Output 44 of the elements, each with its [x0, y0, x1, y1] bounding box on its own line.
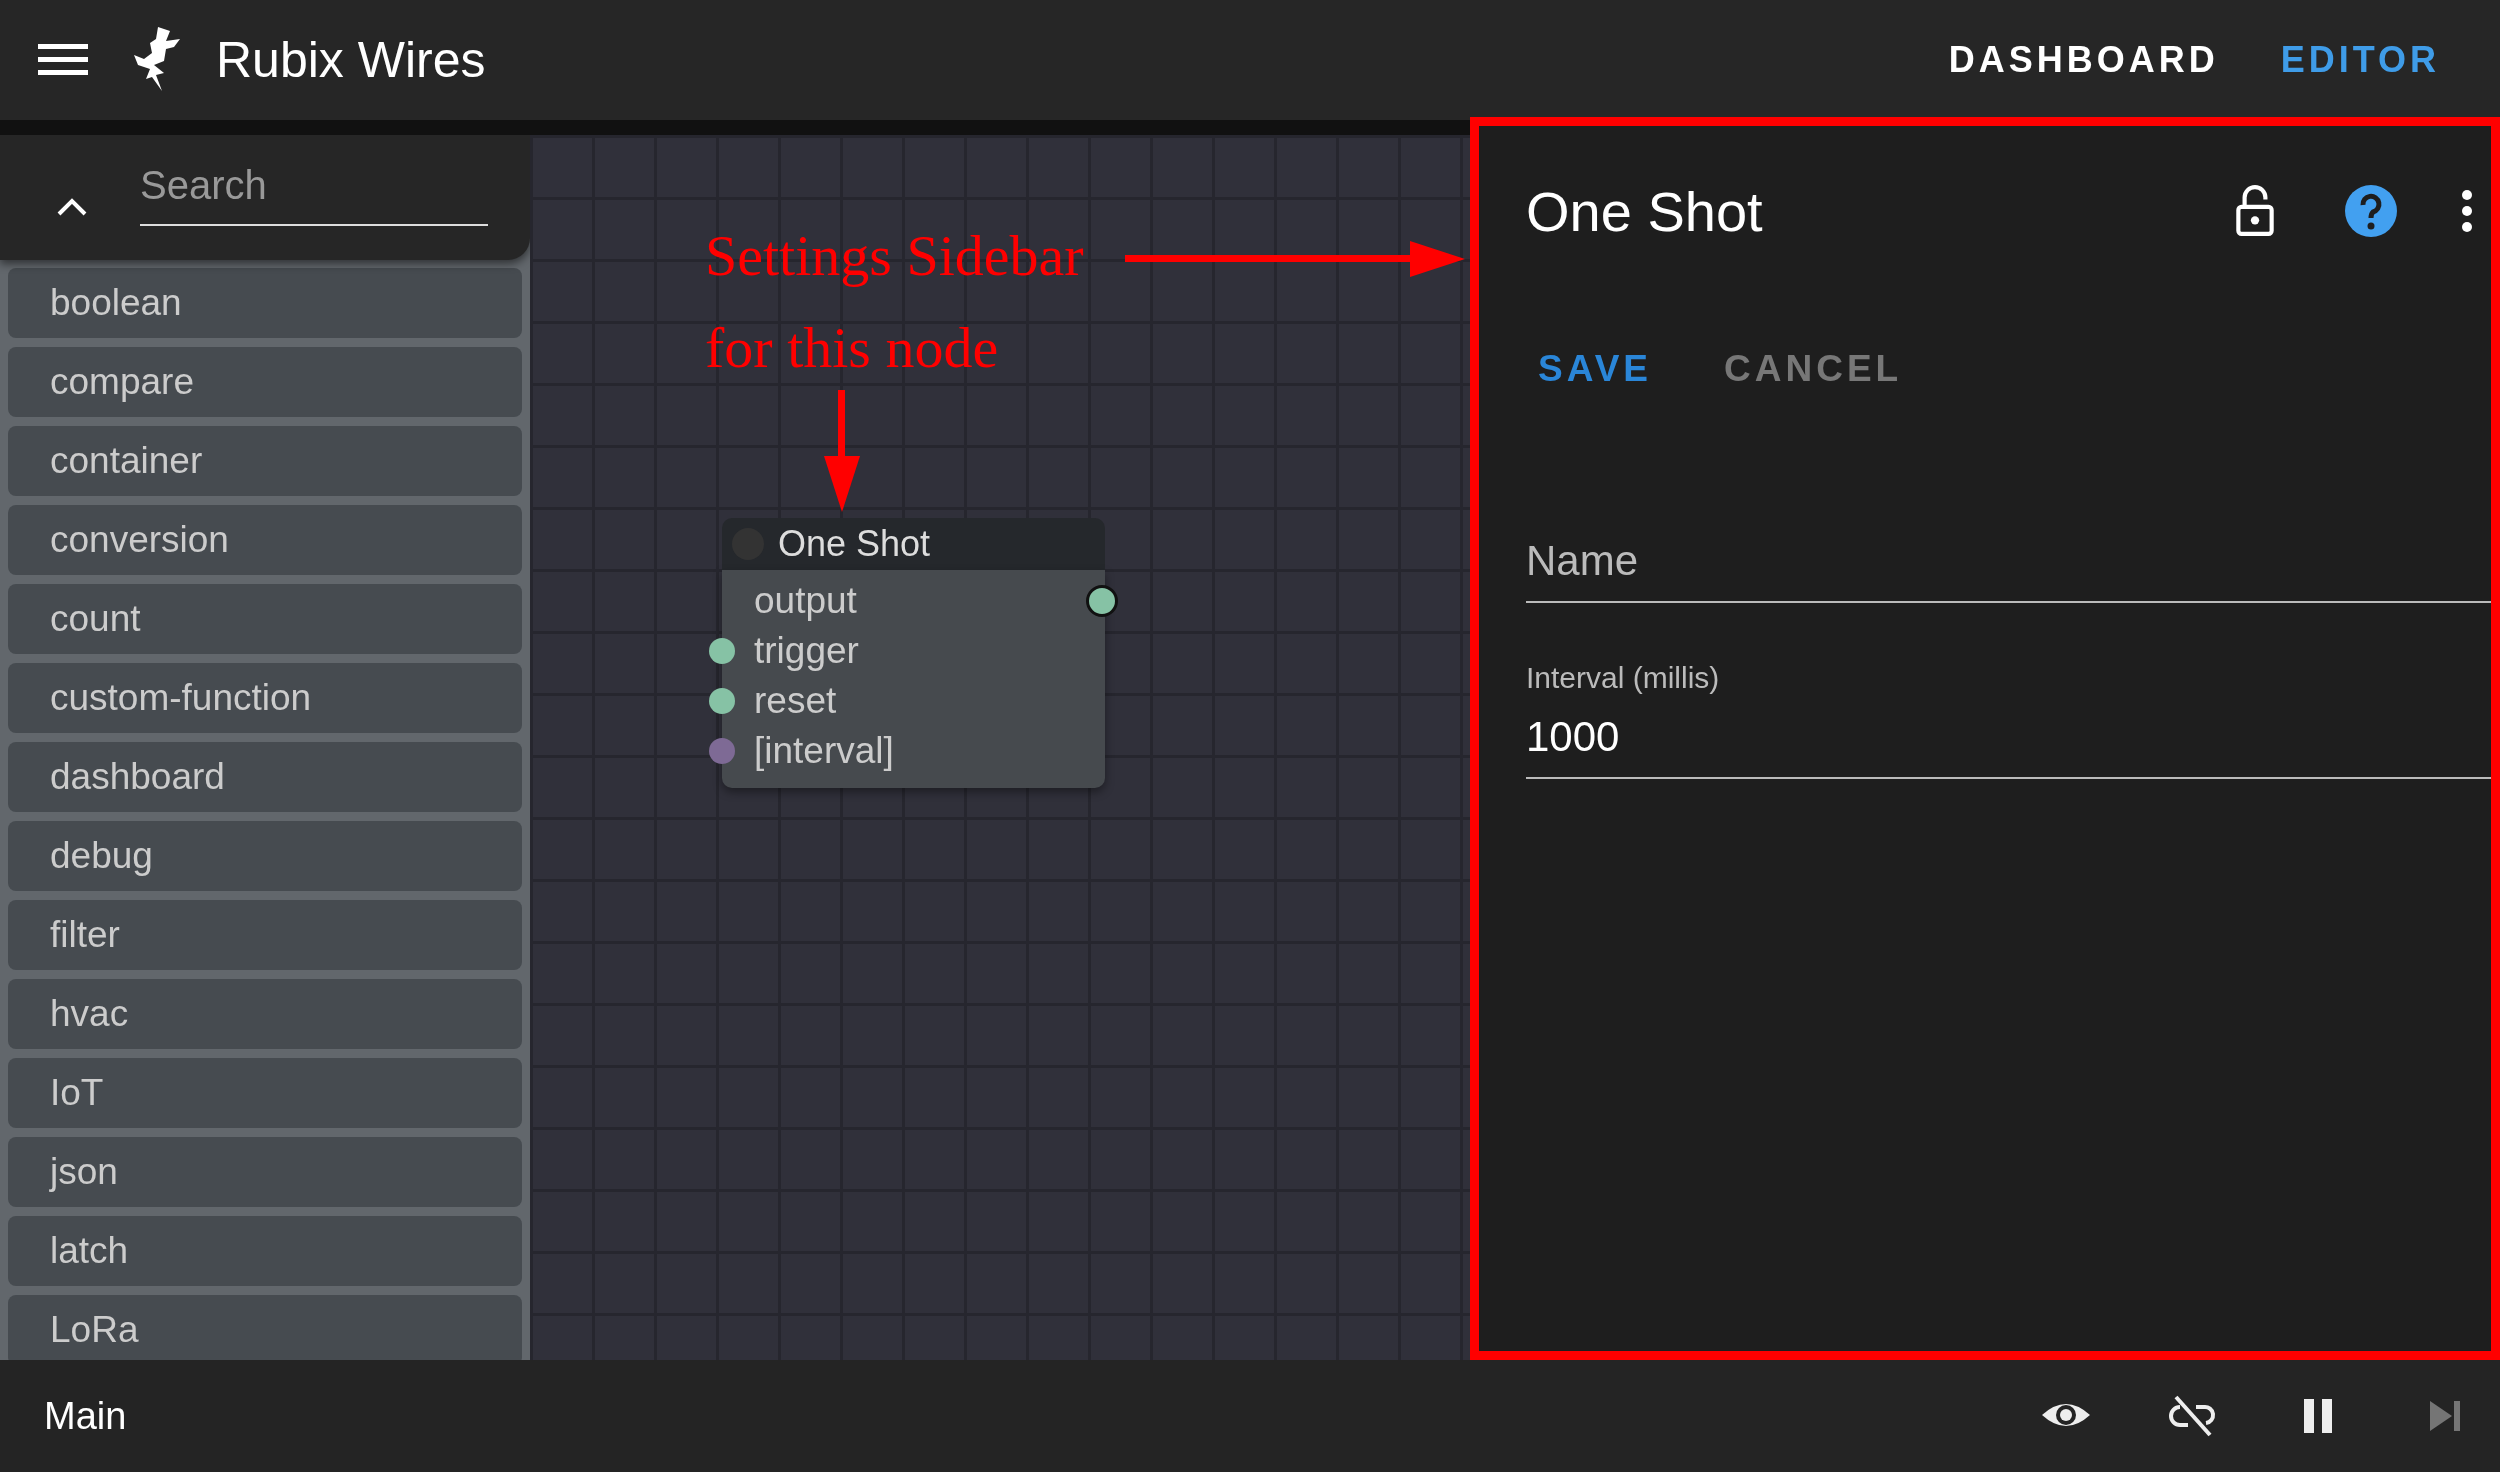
more-icon[interactable]: [2461, 189, 2473, 233]
input-port[interactable]: [709, 638, 735, 664]
category-item[interactable]: filter: [8, 900, 522, 970]
category-item[interactable]: hvac: [8, 979, 522, 1049]
category-item[interactable]: dashboard: [8, 742, 522, 812]
unlink-icon[interactable]: [2166, 1393, 2218, 1439]
category-item[interactable]: IoT: [8, 1058, 522, 1128]
category-item[interactable]: json: [8, 1137, 522, 1207]
search-field[interactable]: Search: [140, 157, 488, 226]
node-body[interactable]: output trigger reset [interval]: [722, 570, 1105, 788]
menu-icon[interactable]: [38, 42, 88, 78]
cancel-button[interactable]: CANCEL: [1712, 336, 1915, 402]
port-label: reset: [754, 680, 837, 722]
category-item[interactable]: compare: [8, 347, 522, 417]
annotation-text: for this node: [705, 314, 999, 382]
category-item[interactable]: debug: [8, 821, 522, 891]
category-item[interactable]: count: [8, 584, 522, 654]
category-item[interactable]: custom-function: [8, 663, 522, 733]
input-field[interactable]: Name: [1526, 527, 2491, 603]
nav-tab[interactable]: EDITOR: [2272, 29, 2448, 91]
output-port[interactable]: [1086, 585, 1118, 617]
port-label: [interval]: [754, 730, 894, 772]
sidebar-title: One Shot: [1526, 178, 1764, 244]
help-icon[interactable]: [2345, 185, 2397, 237]
node-title: One Shot: [778, 523, 931, 565]
flow-name: Main: [44, 1394, 127, 1438]
node-canvas[interactable]: Settings Sidebar for this node One Shot output trigger reset [interval]: [530, 135, 1470, 1360]
app-title: Rubix Wires: [216, 31, 486, 89]
field-label: Interval (millis): [1526, 661, 1721, 695]
category-item[interactable]: LoRa: [8, 1295, 522, 1360]
node-header[interactable]: One Shot: [722, 518, 1105, 570]
category-item[interactable]: container: [8, 426, 522, 496]
input-port[interactable]: [709, 688, 735, 714]
annotation-text: Settings Sidebar: [705, 222, 1084, 290]
category-item[interactable]: conversion: [8, 505, 522, 575]
input-port[interactable]: [709, 738, 735, 764]
category-item[interactable]: latch: [8, 1216, 522, 1286]
chevron-up-icon[interactable]: [56, 196, 88, 217]
port-label: output: [754, 580, 857, 622]
save-button[interactable]: SAVE: [1526, 336, 1664, 402]
category-item[interactable]: boolean: [8, 268, 522, 338]
port-label: trigger: [754, 630, 859, 672]
input-field[interactable]: 1000: [1526, 703, 2491, 779]
nav-tab[interactable]: DASHBOARD: [1940, 29, 2227, 91]
